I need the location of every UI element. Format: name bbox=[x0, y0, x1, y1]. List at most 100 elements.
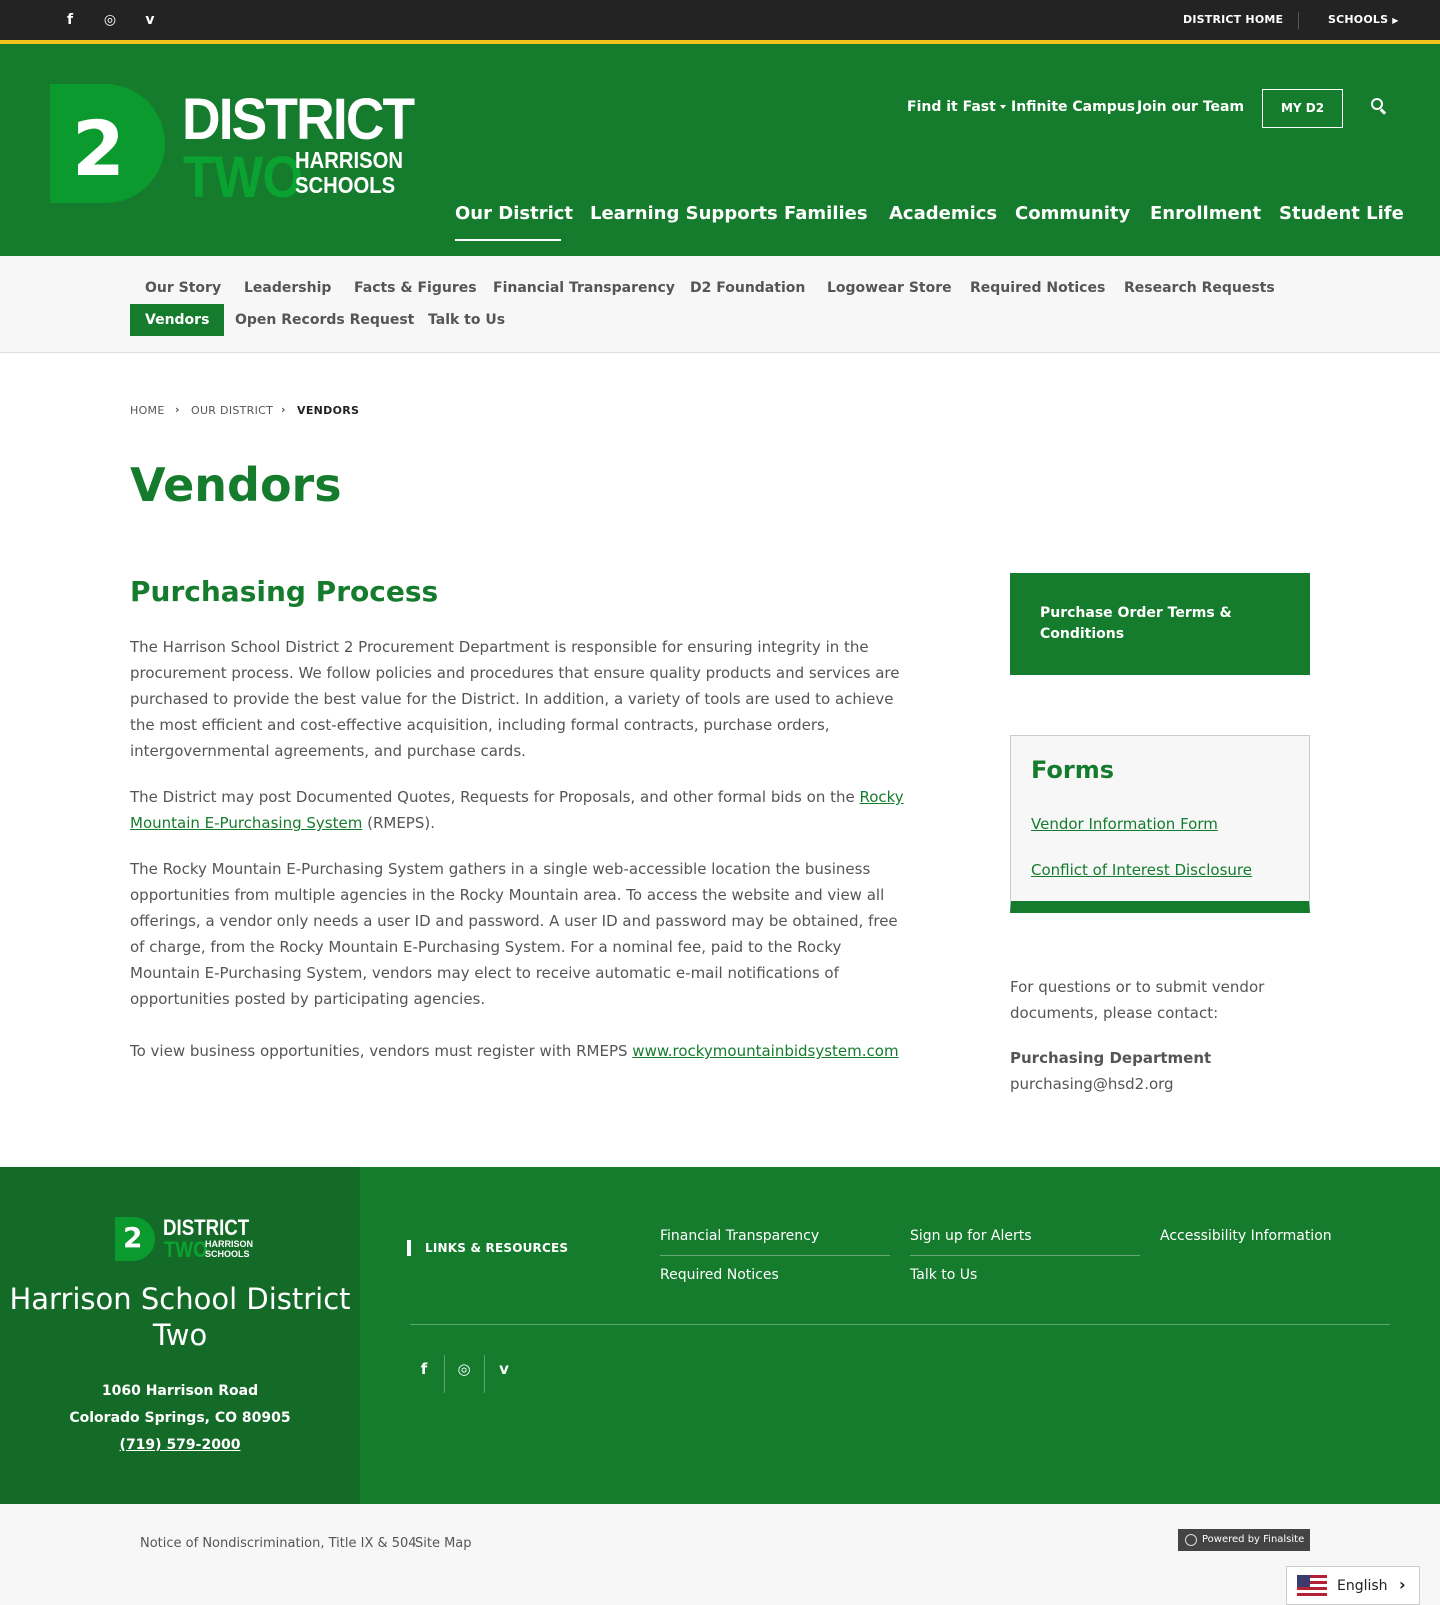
subnav-our-story[interactable]: Our Story bbox=[130, 272, 236, 304]
forms-title: Forms bbox=[1031, 756, 1115, 784]
district-home-link[interactable]: DISTRICT HOME bbox=[1183, 13, 1283, 26]
footer-social-divider bbox=[444, 1355, 445, 1393]
purchase-order-terms-label: Purchase Order Terms & Conditions bbox=[1040, 605, 1232, 642]
breadcrumb-current: VENDORS bbox=[297, 404, 360, 417]
footer-link-accessibility[interactable]: Accessibility Information bbox=[1160, 1228, 1332, 1244]
footer-logo-d-mark: 2 bbox=[115, 1217, 155, 1261]
find-it-fast-dropdown[interactable]: Find it Fast bbox=[907, 99, 1006, 115]
district-logo[interactable]: 2 DISTRICT TWO HARRISON SCHOOLS bbox=[50, 84, 415, 210]
paragraph-register: To view business opportunities, vendors … bbox=[130, 1038, 910, 1064]
footer-social-divider bbox=[484, 1355, 485, 1393]
subnav-logowear-store[interactable]: Logowear Store bbox=[812, 272, 967, 304]
us-flag-icon bbox=[1297, 1575, 1327, 1597]
schools-dropdown[interactable]: SCHOOLS ▶ bbox=[1328, 13, 1399, 26]
subnav-research-requests[interactable]: Research Requests bbox=[1109, 272, 1290, 304]
utility-bar: f ◎ v DISTRICT HOME SCHOOLS ▶ bbox=[0, 0, 1440, 40]
footer-logo-two: TWO bbox=[164, 1237, 208, 1262]
logo-number: 2 bbox=[72, 104, 125, 193]
footer-phone-link[interactable]: (719) 579-2000 bbox=[120, 1437, 241, 1453]
subnav-d2-foundation[interactable]: D2 Foundation bbox=[675, 272, 820, 304]
breadcrumb-home[interactable]: HOME bbox=[130, 404, 165, 417]
site-map-link[interactable]: Site Map bbox=[415, 1536, 472, 1551]
footer-instagram-icon[interactable]: ◎ bbox=[455, 1360, 473, 1378]
rockymountain-bid-link[interactable]: www.rockymountainbidsystem.com bbox=[632, 1042, 898, 1060]
powered-by-finalsite-badge[interactable]: Powered by Finalsite bbox=[1178, 1529, 1310, 1551]
footer-logo-harrison: HARRISON bbox=[205, 1239, 254, 1249]
active-nav-underline bbox=[455, 239, 561, 241]
footer-link-sign-up-alerts[interactable]: Sign up for Alerts bbox=[910, 1228, 1032, 1244]
footer-district-name: Harrison School District Two bbox=[9, 1282, 351, 1352]
footer-link-talk-to-us[interactable]: Talk to Us bbox=[910, 1267, 977, 1283]
nav-our-district[interactable]: Our District bbox=[455, 203, 573, 224]
nav-student-life[interactable]: Student Life bbox=[1279, 203, 1404, 224]
join-our-team-link[interactable]: Join our Team bbox=[1137, 99, 1244, 115]
logo-district-text: DISTRICT bbox=[182, 87, 415, 152]
nav-enrollment[interactable]: Enrollment bbox=[1150, 203, 1261, 224]
page-title: Vendors bbox=[130, 458, 342, 512]
paragraph-rmeps: The District may post Documented Quotes,… bbox=[130, 784, 910, 836]
subnav-facts-figures[interactable]: Facts & Figures bbox=[339, 272, 492, 304]
subnav-leadership[interactable]: Leadership bbox=[229, 272, 346, 304]
find-it-fast-label: Find it Fast bbox=[907, 99, 996, 115]
links-resources-marker bbox=[407, 1240, 411, 1256]
site-footer: 2 DISTRICT TWO HARRISON SCHOOLS Harrison … bbox=[0, 1167, 1440, 1504]
nav-academics[interactable]: Academics bbox=[889, 203, 997, 224]
schools-label: SCHOOLS bbox=[1328, 13, 1389, 26]
paragraph-register-text: To view business opportunities, vendors … bbox=[130, 1042, 633, 1060]
breadcrumb-our-district[interactable]: OUR DISTRICT bbox=[191, 404, 273, 417]
purchasing-email: purchasing@hsd2.org bbox=[1010, 1075, 1174, 1093]
nav-learning-supports[interactable]: Learning Supports bbox=[590, 203, 778, 224]
vimeo-icon[interactable]: v bbox=[141, 11, 159, 29]
nav-families[interactable]: Families bbox=[784, 203, 868, 224]
purchase-order-terms-button[interactable]: Purchase Order Terms & Conditions bbox=[1010, 573, 1310, 675]
footer-link-required-notices[interactable]: Required Notices bbox=[660, 1267, 779, 1283]
footer-logo[interactable]: 2 DISTRICT TWO HARRISON SCHOOLS bbox=[115, 1215, 253, 1262]
subnav-required-notices[interactable]: Required Notices bbox=[955, 272, 1120, 304]
utility-divider bbox=[1298, 12, 1299, 29]
footer-address-street: 1060 Harrison Road bbox=[101, 1383, 259, 1399]
my-d2-button[interactable]: MY D2 bbox=[1262, 89, 1343, 128]
subnav-vendors[interactable]: Vendors bbox=[130, 304, 225, 336]
forms-panel: Forms Vendor Information Form Conflict o… bbox=[1010, 735, 1310, 913]
conflict-of-interest-link[interactable]: Conflict of Interest Disclosure bbox=[1031, 861, 1252, 879]
footer-logo-schools: SCHOOLS bbox=[205, 1249, 250, 1259]
footer-link-financial-transparency[interactable]: Financial Transparency bbox=[660, 1228, 819, 1244]
search-icon[interactable] bbox=[1371, 98, 1387, 115]
vendor-information-form-link[interactable]: Vendor Information Form bbox=[1031, 815, 1218, 833]
bottom-bar: Notice of Nondiscrimination, Title IX & … bbox=[0, 1504, 1440, 1605]
finalsite-icon bbox=[1185, 1534, 1197, 1546]
subnav-financial-transparency[interactable]: Financial Transparency bbox=[478, 272, 690, 304]
flag-canton bbox=[1297, 1575, 1310, 1587]
chevron-right-icon: › bbox=[281, 403, 286, 416]
infinite-campus-link[interactable]: Infinite Campus bbox=[1011, 99, 1135, 115]
purchasing-department: Purchasing Department bbox=[1010, 1049, 1212, 1067]
language-selector[interactable]: English › bbox=[1286, 1566, 1420, 1605]
paragraph-rmeps-details: The Rocky Mountain E-Purchasing System g… bbox=[130, 860, 898, 1008]
powered-by-label: Powered by Finalsite bbox=[1202, 1534, 1305, 1545]
footer-divider bbox=[410, 1324, 1390, 1325]
paragraph-rmeps-text: The District may post Documented Quotes,… bbox=[130, 788, 860, 806]
nondiscrimination-link[interactable]: Notice of Nondiscrimination, Title IX & … bbox=[140, 1536, 417, 1551]
footer-district-info: 2 DISTRICT TWO HARRISON SCHOOLS Harrison … bbox=[0, 1167, 360, 1504]
footer-link-divider bbox=[660, 1255, 890, 1256]
site-header: 2 DISTRICT TWO HARRISON SCHOOLS Find it F… bbox=[0, 44, 1440, 256]
logo-harrison-text: HARRISON bbox=[295, 147, 403, 173]
search-icon-handle bbox=[1380, 108, 1387, 115]
footer-logo-number: 2 bbox=[123, 1221, 143, 1254]
footer-facebook-icon[interactable]: f bbox=[415, 1360, 433, 1378]
subnav-talk-to-us[interactable]: Talk to Us bbox=[413, 304, 520, 336]
instagram-icon[interactable]: ◎ bbox=[101, 11, 119, 29]
chevron-right-icon: › bbox=[1399, 1575, 1406, 1594]
nav-community[interactable]: Community bbox=[1015, 203, 1130, 224]
sub-navigation: Our Story Leadership Facts & Figures Fin… bbox=[0, 256, 1440, 353]
facebook-icon[interactable]: f bbox=[61, 11, 79, 29]
subnav-open-records-request[interactable]: Open Records Request bbox=[220, 304, 429, 336]
footer-vimeo-icon[interactable]: v bbox=[495, 1360, 513, 1378]
chevron-right-icon: › bbox=[175, 403, 180, 416]
logo-schools-text: SCHOOLS bbox=[295, 172, 396, 198]
section-title: Purchasing Process bbox=[130, 575, 439, 608]
links-resources-title: LINKS & RESOURCES bbox=[425, 1241, 569, 1255]
logo-harrison-schools: HARRISON SCHOOLS bbox=[295, 148, 403, 198]
footer-link-divider bbox=[910, 1255, 1140, 1256]
footer-logo-harrison-schools: HARRISON SCHOOLS bbox=[205, 1239, 253, 1259]
